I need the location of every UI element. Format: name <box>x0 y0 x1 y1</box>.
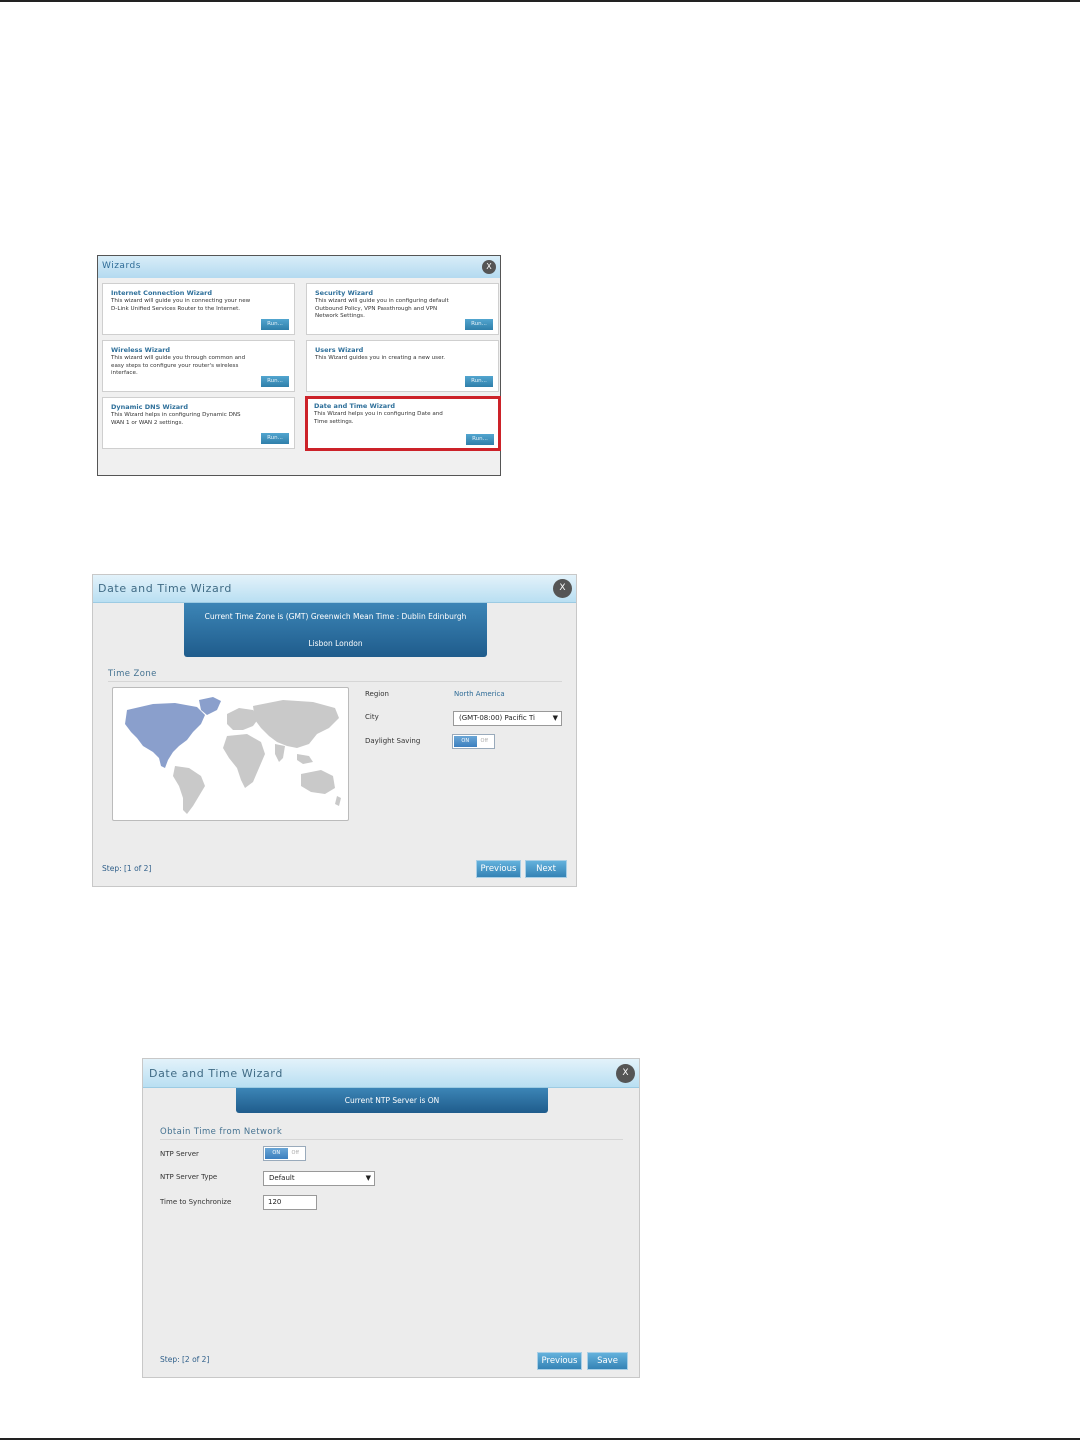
card-title: Wireless Wizard <box>111 346 171 354</box>
section-divider <box>160 1139 623 1140</box>
section-divider <box>108 681 562 682</box>
time-to-synchronize-input[interactable]: 120 <box>263 1195 317 1210</box>
step-indicator: Step: [1 of 2] <box>102 864 152 873</box>
card-title: Users Wizard <box>315 346 364 354</box>
map-icon <box>125 697 341 814</box>
wizard-card-dynamic-dns: Dynamic DNS Wizard This Wizard helps in … <box>102 397 295 449</box>
wizards-header: Wizards X <box>98 256 500 279</box>
date-time-wizard-step1: Date and Time Wizard X Current Time Zone… <box>92 574 577 887</box>
card-description: This wizard will guide you in connecting… <box>111 298 251 312</box>
ntp-server-label: NTP Server <box>160 1150 199 1158</box>
top-rule <box>0 0 1080 2</box>
card-title: Internet Connection Wizard <box>111 289 213 297</box>
banner-line-1: Current Time Zone is (GMT) Greenwich Mea… <box>204 612 467 621</box>
ntp-server-type-select[interactable]: Default ▼ <box>263 1171 375 1186</box>
card-description: This Wizard helps you in configuring Dat… <box>314 411 443 425</box>
card-title: Date and Time Wizard <box>314 402 396 410</box>
close-icon[interactable]: X <box>482 260 496 274</box>
close-icon[interactable]: X <box>553 579 572 598</box>
toggle-off-label: Off <box>291 1150 299 1156</box>
region-label: Region <box>365 690 389 698</box>
city-select[interactable]: (GMT-08:00) Pacific Ti ▼ <box>453 711 562 726</box>
city-value: (GMT-08:00) Pacific Ti <box>459 714 535 722</box>
dropdown-arrow-icon: ▼ <box>365 1174 371 1182</box>
ntp-server-type-value: Default <box>269 1174 295 1182</box>
wizard-card-date-time: Date and Time Wizard This Wizard helps y… <box>305 396 501 451</box>
card-description: This Wizard helps in configuring Dynamic… <box>111 412 241 426</box>
dropdown-arrow-icon: ▼ <box>552 714 558 722</box>
region-value: North America <box>454 690 505 698</box>
toggle-on-label: ON <box>454 736 477 747</box>
wizard-card-security: Security Wizard This wizard will guide y… <box>306 283 499 335</box>
save-button[interactable]: Save <box>587 1352 628 1370</box>
run-button[interactable]: Run... <box>261 319 289 330</box>
card-title: Dynamic DNS Wizard <box>111 403 188 411</box>
run-button[interactable]: Run... <box>261 376 289 387</box>
card-description: This Wizard guides you in creating a new… <box>315 355 446 361</box>
ntp-banner: Current NTP Server is ON <box>236 1088 548 1113</box>
dialog-title: Date and Time Wizard <box>149 1067 283 1080</box>
section-title: Obtain Time from Network <box>160 1127 283 1137</box>
run-button[interactable]: Run... <box>465 376 493 387</box>
card-description: This wizard will guide you through commo… <box>111 355 246 377</box>
previous-button[interactable]: Previous <box>537 1352 582 1370</box>
section-title: Time Zone <box>108 669 157 679</box>
run-button[interactable]: Run... <box>466 434 494 445</box>
card-description: This wizard will guide you in configurin… <box>315 298 449 320</box>
date-time-wizard-step2: Date and Time Wizard X Current NTP Serve… <box>142 1058 640 1378</box>
dialog-title: Date and Time Wizard <box>98 582 232 595</box>
timezone-banner: Current Time Zone is (GMT) Greenwich Mea… <box>184 603 487 657</box>
toggle-on-label: ON <box>265 1148 288 1159</box>
ntp-server-toggle[interactable]: ON Off <box>263 1146 306 1161</box>
step-indicator: Step: [2 of 2] <box>160 1355 210 1364</box>
dialog-header: Date and Time Wizard X <box>143 1059 639 1088</box>
wizard-card-internet: Internet Connection Wizard This wizard w… <box>102 283 295 335</box>
wizards-body: Internet Connection Wizard This wizard w… <box>98 278 501 475</box>
wizards-title: Wizards <box>102 261 141 271</box>
close-icon[interactable]: X <box>616 1064 635 1083</box>
banner-line-2: Lisbon London <box>308 639 363 648</box>
ntp-server-type-label: NTP Server Type <box>160 1173 218 1181</box>
world-map <box>112 687 349 821</box>
daylight-saving-label: Daylight Saving <box>365 737 421 745</box>
next-button[interactable]: Next <box>525 860 567 878</box>
previous-button[interactable]: Previous <box>476 860 521 878</box>
dialog-header: Date and Time Wizard X <box>93 575 576 603</box>
wizard-card-users: Users Wizard This Wizard guides you in c… <box>306 340 499 392</box>
time-to-synchronize-label: Time to Synchronize <box>160 1198 232 1206</box>
run-button[interactable]: Run... <box>465 319 493 330</box>
wizard-card-wireless: Wireless Wizard This wizard will guide y… <box>102 340 295 392</box>
city-label: City <box>365 713 379 721</box>
toggle-off-label: Off <box>480 738 488 744</box>
daylight-saving-toggle[interactable]: ON Off <box>452 734 495 749</box>
card-title: Security Wizard <box>315 289 374 297</box>
wizards-panel: Wizards X Internet Connection Wizard Thi… <box>97 255 501 476</box>
run-button[interactable]: Run... <box>261 433 289 444</box>
